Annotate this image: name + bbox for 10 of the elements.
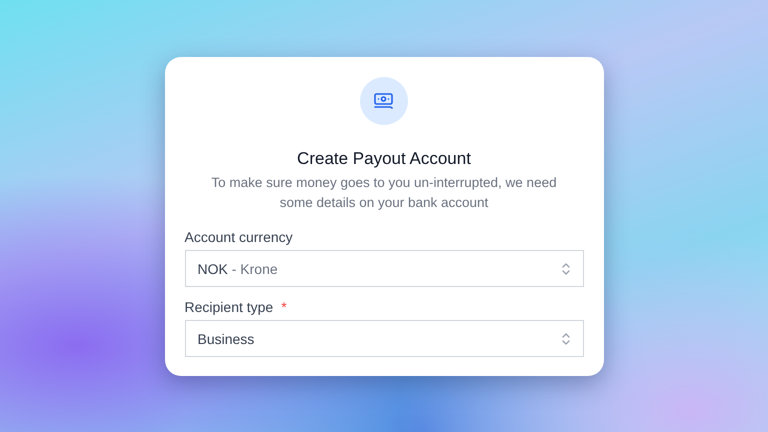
- chevron-updown-icon: [560, 332, 570, 346]
- dialog-description: To make sure money goes to you un-interrupted, we need some details on your bank account: [210, 174, 558, 212]
- banknote-icon: [373, 92, 395, 110]
- required-mark: *: [281, 299, 287, 315]
- field-label: Account currency: [184, 229, 293, 245]
- select-field[interactable]: NOK - Krone: [184, 250, 584, 287]
- field-label: Recipient type: [184, 299, 274, 315]
- chevron-updown-icon: [560, 262, 570, 276]
- select-field[interactable]: Business: [184, 320, 584, 357]
- dialog-title: Create Payout Account: [297, 149, 471, 169]
